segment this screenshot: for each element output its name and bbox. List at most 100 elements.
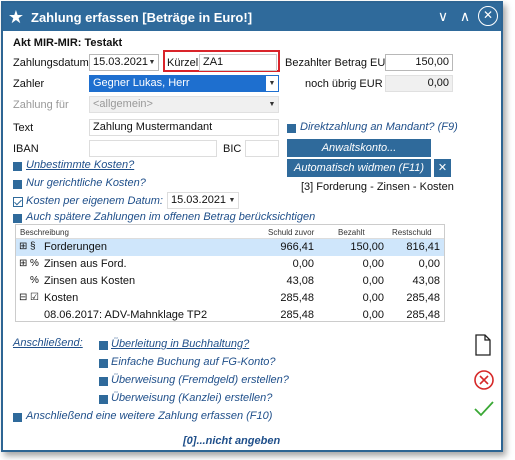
row-rest: 285,48 xyxy=(406,292,440,304)
payment-dialog: ★ Zahlung erfassen [Beträge in Euro!] ∨ … xyxy=(1,1,503,452)
col-beschreibung[interactable]: Beschreibung xyxy=(20,228,69,237)
table-row[interactable]: % Zinsen aus Kosten 43,08 0,00 43,08 xyxy=(16,273,444,290)
zahlung-fuer-value: <allgemein> xyxy=(93,98,153,110)
star-icon: ★ xyxy=(7,7,25,27)
chevron-down-icon[interactable]: ▼ xyxy=(266,97,278,112)
kosten-datum-value: 15.03.2021 xyxy=(171,194,227,206)
kosten-eigenem-datum-checkbox[interactable] xyxy=(13,197,23,207)
confirm-icon[interactable] xyxy=(473,399,495,419)
bezahlter-betrag-label: Bezahlter Betrag EUR xyxy=(285,57,394,69)
table-row[interactable]: ⊟ ☑ Kosten 285,48 0,00 285,48 xyxy=(16,290,444,307)
cancel-icon[interactable] xyxy=(473,369,495,391)
checklist-icon: ☑ xyxy=(30,292,39,303)
row-rest: 43,08 xyxy=(412,275,440,287)
nicht-angeben-link[interactable]: [0]...nicht angeben xyxy=(183,435,280,447)
row-rest: 0,00 xyxy=(418,258,440,270)
row-bezahlt: 0,00 xyxy=(362,309,384,321)
row-bezahlt: 0,00 xyxy=(362,258,384,270)
col-bezahlt[interactable]: Bezahlt xyxy=(338,228,365,237)
row-schuld: 285,48 xyxy=(280,292,314,304)
unbestimmte-kosten-checkbox[interactable] xyxy=(13,162,22,171)
weitere-zahlung-checkbox[interactable] xyxy=(13,413,22,422)
close-icon[interactable]: ✕ xyxy=(478,6,498,26)
close-icon[interactable]: ✕ xyxy=(434,159,451,177)
ueberweisung-kanzlei-checkbox[interactable] xyxy=(99,395,108,404)
anschliessend-label: Anschließend: xyxy=(13,337,83,349)
row-rest: 816,41 xyxy=(406,241,440,253)
widmung-info: [3] Forderung - Zinsen - Kosten xyxy=(301,181,454,193)
table-row[interactable]: ⊞ % Zinsen aus Ford. 0,00 0,00 0,00 xyxy=(16,256,444,273)
new-document-icon[interactable] xyxy=(474,334,492,356)
anwaltskonto-button[interactable]: Anwaltskonto... xyxy=(287,139,431,157)
row-schuld: 43,08 xyxy=(286,275,314,287)
table-row[interactable]: 08.06.2017: ADV-Mahnklage TP2 285,48 0,0… xyxy=(16,307,444,324)
kosten-eigenem-datum-label[interactable]: Kosten per eigenem Datum: xyxy=(26,195,163,207)
row-desc: Zinsen aus Ford. xyxy=(44,258,127,270)
chevron-down-icon[interactable]: ▼ xyxy=(226,193,238,208)
kuerzel-label: Kürzel xyxy=(167,57,199,69)
row-desc: Zinsen aus Kosten xyxy=(44,275,136,287)
expand-icon[interactable]: ∧ xyxy=(455,6,475,26)
ueberleitung-label[interactable]: Überleitung in Buchhaltung? xyxy=(111,338,249,350)
zahlung-fuer-label: Zahlung für xyxy=(13,99,69,111)
zahler-select[interactable]: Gegner Lukas, Herr ▼ xyxy=(89,75,279,92)
direktzahlung-checkbox[interactable] xyxy=(287,124,296,133)
iban-input[interactable] xyxy=(89,140,217,157)
row-schuld: 966,41 xyxy=(280,241,314,253)
zahlung-fuer-select[interactable]: <allgemein> ▼ xyxy=(89,96,279,113)
chevron-down-icon[interactable]: ▼ xyxy=(146,55,158,70)
iban-label: IBAN xyxy=(13,143,39,155)
row-desc: Forderungen xyxy=(44,241,107,253)
weitere-zahlung-label[interactable]: Anschließend eine weitere Zahlung erfass… xyxy=(26,410,272,422)
kosten-datum-field[interactable]: 15.03.2021 ▼ xyxy=(167,192,239,209)
chevron-down-icon[interactable]: ▼ xyxy=(266,76,278,91)
ueberweisung-fremdgeld-checkbox[interactable] xyxy=(99,377,108,386)
title-bar: ★ Zahlung erfassen [Beträge in Euro!] ∨ … xyxy=(3,3,501,31)
bezahlter-betrag-input[interactable]: 150,00 xyxy=(385,54,453,71)
text-label: Text xyxy=(13,122,34,134)
percent-icon: % xyxy=(30,258,39,269)
row-schuld: 0,00 xyxy=(292,258,314,270)
kuerzel-input[interactable]: ZA1 xyxy=(199,54,277,71)
col-restschuld[interactable]: Restschuld xyxy=(392,228,432,237)
ueberweisung-fremdgeld-label[interactable]: Überweisung (Fremdgeld) erstellen? xyxy=(111,374,289,386)
noch-uebrig-value: 0,00 xyxy=(385,75,453,92)
zahler-label: Zahler xyxy=(13,78,45,90)
akt-label: Akt MIR-MIR: Testakt xyxy=(13,37,123,49)
distribution-table: Beschreibung Schuld zuvor Bezahlt Restsc… xyxy=(15,224,445,322)
row-desc: 08.06.2017: ADV-Mahnklage TP2 xyxy=(44,309,208,321)
bic-label: BIC xyxy=(223,143,242,155)
einfache-buchung-label[interactable]: Einfache Buchung auf FG-Konto? xyxy=(111,356,276,368)
auch-spaetere-label[interactable]: Auch spätere Zahlungen im offenen Betrag… xyxy=(26,211,315,223)
ueberleitung-checkbox[interactable] xyxy=(99,341,108,350)
row-desc: Kosten xyxy=(44,292,79,304)
ueberweisung-kanzlei-label[interactable]: Überweisung (Kanzlei) erstellen? xyxy=(111,392,272,404)
table-row[interactable]: ⊞ § Forderungen 966,41 150,00 816,41 xyxy=(16,239,444,256)
zahlungsdatum-label: Zahlungsdatum xyxy=(13,57,89,69)
expand-icon[interactable]: ⊞ xyxy=(19,241,27,252)
text-input[interactable]: Zahlung Mustermandant xyxy=(89,119,279,136)
percent-icon: % xyxy=(30,275,39,286)
nur-gerichtliche-checkbox[interactable] xyxy=(13,180,22,189)
einfache-buchung-checkbox[interactable] xyxy=(99,359,108,368)
automatisch-widmen-button[interactable]: Automatisch widmen (F11) xyxy=(287,159,431,177)
bic-input[interactable] xyxy=(245,140,279,157)
direktzahlung-label[interactable]: Direktzahlung an Mandant? (F9) xyxy=(300,121,458,133)
collapse-icon[interactable]: ∨ xyxy=(433,6,453,26)
paragraph-icon: § xyxy=(30,241,36,252)
collapse-icon[interactable]: ⊟ xyxy=(19,292,27,303)
row-schuld: 285,48 xyxy=(280,309,314,321)
nur-gerichtliche-label[interactable]: Nur gerichtliche Kosten? xyxy=(26,177,146,189)
row-bezahlt: 0,00 xyxy=(362,275,384,287)
window-title: Zahlung erfassen [Beträge in Euro!] xyxy=(31,9,253,25)
col-schuld-zuvor[interactable]: Schuld zuvor xyxy=(268,228,314,237)
zahlungsdatum-field[interactable]: 15.03.2021 ▼ xyxy=(89,54,159,71)
expand-icon[interactable]: ⊞ xyxy=(19,258,27,269)
auch-spaetere-checkbox[interactable] xyxy=(13,214,22,223)
row-bezahlt: 150,00 xyxy=(350,241,384,253)
zahlungsdatum-value: 15.03.2021 xyxy=(93,56,149,68)
table-header: Beschreibung Schuld zuvor Bezahlt Restsc… xyxy=(16,225,444,239)
unbestimmte-kosten-label[interactable]: Unbestimmte Kosten? xyxy=(26,159,134,171)
row-bezahlt: 0,00 xyxy=(362,292,384,304)
zahler-value: Gegner Lukas, Herr xyxy=(93,77,190,89)
